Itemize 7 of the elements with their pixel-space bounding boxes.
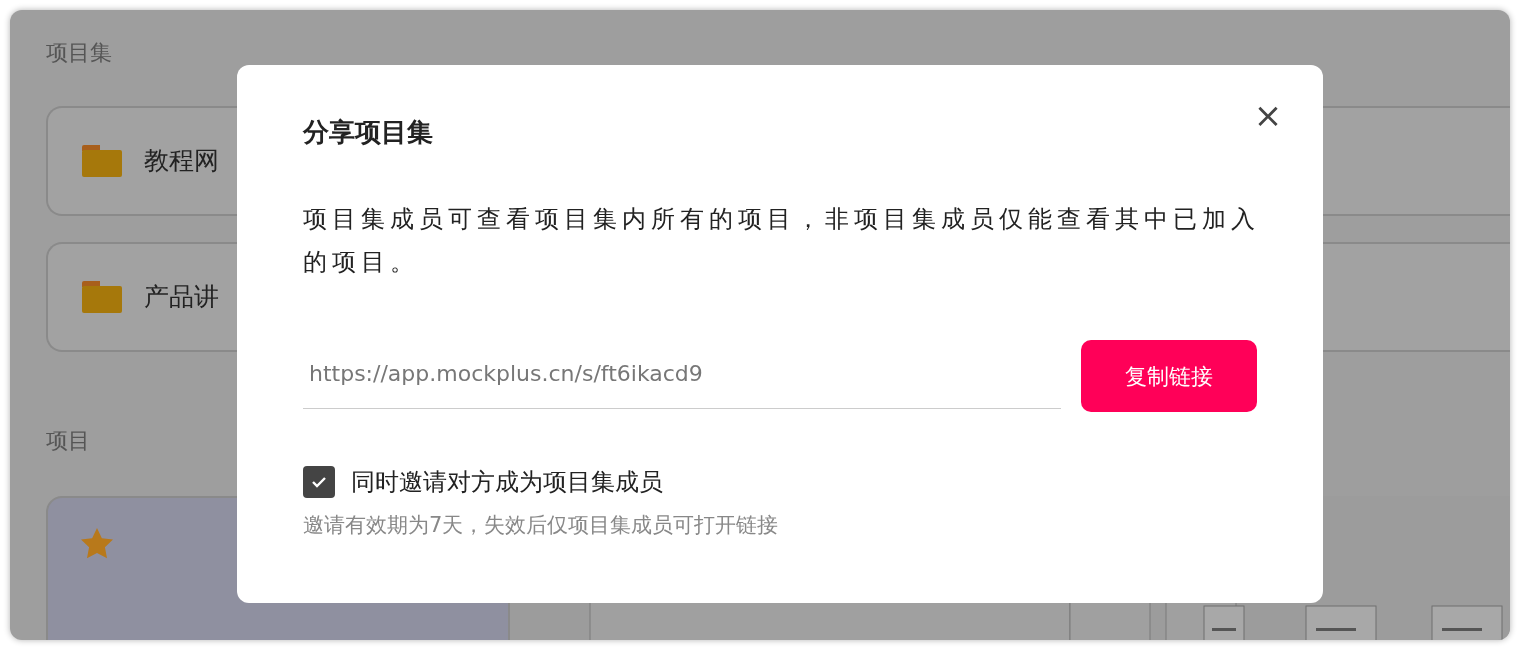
dialog-title: 分享项目集: [303, 117, 434, 149]
collection-name: 教程网: [144, 145, 219, 178]
collection-name: 产品讲: [144, 281, 219, 314]
hint-text: 邀请有效期为7天，失效后仅项目集成员可打开链接: [303, 512, 780, 540]
dialog-description: 项目集成员可查看项目集内所有的项目，非项目集成员仅能查看其中已加入的项目。: [303, 204, 1261, 279]
section-heading: 项目集: [46, 39, 112, 67]
section-heading: 项目: [46, 427, 90, 455]
